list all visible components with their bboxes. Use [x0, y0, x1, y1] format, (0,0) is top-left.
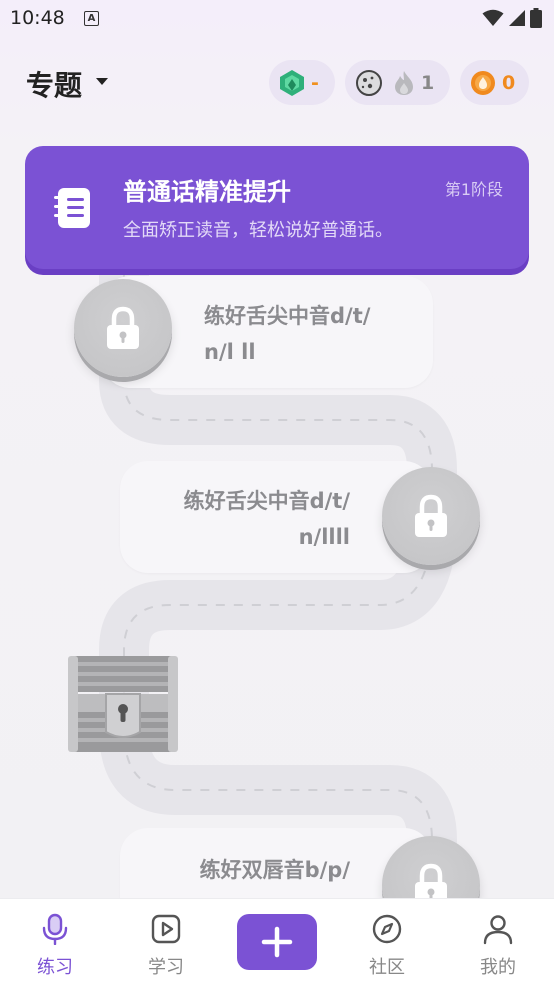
lesson-title-line1: 练好舌尖中音d/t/ — [204, 304, 371, 328]
notebook-icon — [54, 188, 90, 228]
play-icon — [151, 914, 181, 944]
lesson-title-line1: 练好双唇音b/p/ — [199, 858, 350, 882]
nav-label: 我的 — [480, 957, 516, 978]
person-icon — [483, 915, 513, 945]
nav-study[interactable]: 学习 — [126, 899, 206, 986]
nav-label: 练习 — [37, 957, 73, 978]
course-banner[interactable]: 普通话精准提升 全面矫正读音，轻松说好普通话。 第1阶段 — [25, 146, 529, 269]
nav-community[interactable]: 社区 — [347, 899, 427, 986]
lesson-title-line2: n/l ll — [204, 340, 256, 364]
nav-profile[interactable]: 我的 — [458, 899, 538, 986]
lock-icon — [107, 306, 139, 349]
nav-label: 社区 — [369, 957, 405, 978]
lock-icon — [415, 494, 447, 537]
add-button[interactable] — [237, 914, 317, 970]
microphone-icon — [42, 913, 68, 945]
lesson-title-line2: n/llll — [298, 525, 350, 549]
nav-label: 学习 — [148, 957, 184, 978]
nav-practice[interactable]: 练习 — [15, 899, 95, 986]
compass-icon — [372, 914, 402, 944]
banner-subtitle: 全面矫正读音，轻松说好普通话。 — [123, 220, 393, 241]
treasure-chest-icon[interactable] — [66, 654, 180, 754]
lesson-node-1[interactable] — [74, 279, 172, 377]
plus-icon — [261, 926, 293, 958]
banner-title: 普通话精准提升 — [123, 178, 291, 206]
lesson-title-line1: 练好舌尖中音d/t/ — [183, 489, 350, 513]
stage-label[interactable]: 第1阶段 — [445, 176, 503, 200]
lesson-node-2[interactable] — [382, 467, 480, 565]
